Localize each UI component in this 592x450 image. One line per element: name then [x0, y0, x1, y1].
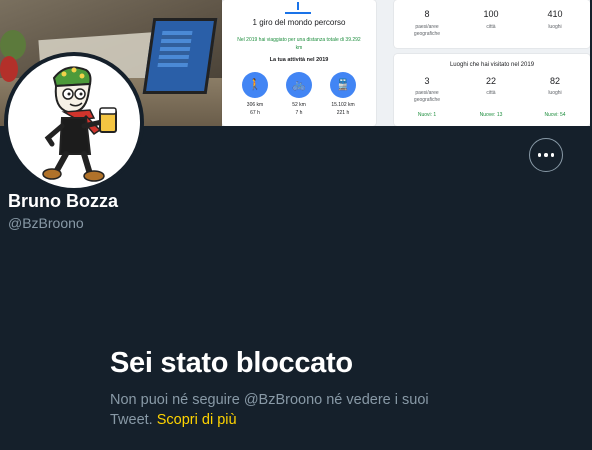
learn-more-link[interactable]: Scopri di più [157, 412, 237, 428]
activity-card-title: 1 giro del mondo percorso [252, 18, 346, 27]
activity-time: 221 h [336, 110, 350, 116]
totals-card: 8 paesi/aree geografiche 100 città 410 l… [394, 0, 590, 48]
stat-new: Nuovi: 1 [417, 112, 437, 118]
activity-card-subtitle: Nel 2019 hai viaggiato per una distanza … [237, 37, 361, 51]
stat-value: 82 [549, 76, 560, 86]
blocked-title: Sei stato bloccato [110, 347, 353, 379]
stat-label: paesi/aree geografiche [413, 90, 441, 103]
blocked-message-container: Non puoi né seguire @BzBroono né vedere … [110, 390, 460, 430]
more-icon-dot [550, 153, 555, 157]
cartoon-character-icon [42, 66, 117, 182]
more-icon [537, 153, 542, 157]
stat-value: 100 [483, 9, 499, 19]
flag-icon [285, 2, 311, 14]
more-options-button[interactable] [529, 138, 563, 172]
stat-value: 410 [547, 9, 563, 19]
stat-label: città [486, 90, 496, 96]
places-card-title: Luoghi che hai visitato nel 2019 [449, 62, 535, 68]
stat-value: 3 [424, 76, 430, 86]
bicycle-icon: 🚲 [286, 72, 312, 98]
plant-shape [0, 30, 26, 60]
avatar[interactable] [4, 52, 144, 192]
activity-distance: 306 km [246, 102, 264, 108]
stat-label: luoghi [548, 90, 562, 96]
banner-stats-panel: 1 giro del mondo percorso Nel 2019 hai v… [222, 0, 590, 126]
walking-icon: 🚶 [242, 72, 268, 98]
activity-card-header: La tua attività nel 2019 [269, 57, 329, 63]
more-icon-dot [544, 153, 548, 157]
stat-value: 22 [485, 76, 496, 86]
stat-label: città [486, 24, 496, 30]
train-icon: 🚆 [330, 72, 356, 98]
stat-label: paesi/aree geografiche [413, 24, 441, 37]
places-2019-card: Luoghi che hai visitato nel 2019 3 paesi… [394, 54, 590, 126]
red-object-shape [0, 56, 18, 82]
avatar-image [8, 56, 140, 188]
profile-display-name: Bruno Bozza [8, 191, 118, 211]
stat-value: 8 [424, 9, 430, 19]
activity-time: 7 h [295, 110, 303, 116]
stat-new: Nuove: 13 [479, 112, 503, 118]
laptop-shape [142, 18, 218, 94]
stat-new: Nuovi: 54 [544, 112, 566, 118]
activity-card: 1 giro del mondo percorso Nel 2019 hai v… [222, 0, 376, 126]
activity-distance: 15.102 km [331, 102, 355, 108]
activity-distance: 52 km [292, 102, 306, 108]
activity-time: 67 h [250, 110, 260, 116]
stat-label: luoghi [548, 24, 562, 30]
profile-handle: @BzBroono [8, 215, 84, 231]
